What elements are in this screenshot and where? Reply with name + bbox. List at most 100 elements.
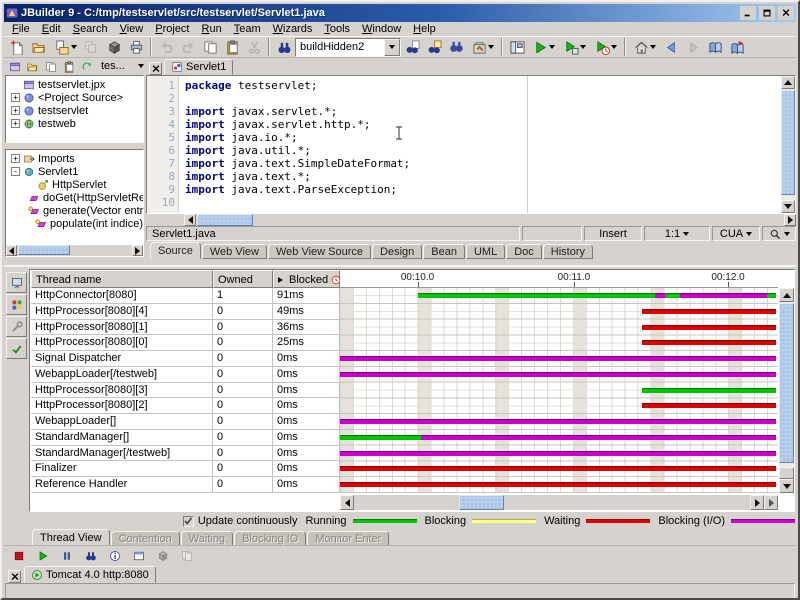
menu-tools[interactable]: Tools — [318, 23, 356, 35]
menu-run[interactable]: Run — [196, 23, 228, 35]
maximize-button[interactable] — [759, 6, 775, 20]
project-tree-item-testservlet[interactable]: +testservlet — [9, 104, 143, 117]
timeline-row[interactable] — [340, 430, 778, 446]
divider-resize-button[interactable] — [764, 495, 778, 510]
code-line[interactable]: 3import javax.servlet.*; — [147, 105, 779, 118]
menu-file[interactable]: File — [6, 23, 36, 35]
menu-search[interactable]: Search — [67, 23, 114, 35]
scroll-right-button[interactable] — [784, 214, 796, 226]
scroll-down-button[interactable] — [781, 200, 795, 213]
make-project-button[interactable] — [467, 36, 498, 58]
code-line[interactable]: 2 — [147, 92, 779, 105]
menu-window[interactable]: Window — [356, 23, 407, 35]
thread-row-name[interactable]: StandardManager[] — [31, 430, 213, 446]
timeline-row[interactable] — [340, 320, 778, 336]
gc-button[interactable] — [6, 338, 27, 359]
tab-servlet1[interactable]: Servlet1 — [164, 59, 233, 75]
remove-files-button[interactable] — [61, 58, 78, 75]
tree-expander[interactable]: + — [11, 154, 20, 163]
refresh-project-button[interactable] — [79, 58, 96, 75]
menu-team[interactable]: Team — [228, 23, 267, 35]
scroll-right-button[interactable] — [750, 495, 764, 510]
scrollbar-thumb[interactable] — [779, 303, 794, 463]
print-button[interactable] — [125, 36, 147, 58]
status-caret-position[interactable]: 1:1 — [644, 226, 710, 241]
minimize-button[interactable] — [740, 6, 756, 20]
timeline-row[interactable] — [340, 477, 778, 493]
tree-expander[interactable]: + — [11, 93, 20, 102]
thread-row-name[interactable]: HttpProcessor[8080][2] — [31, 398, 213, 414]
project-tree-item--project-source-[interactable]: +<Project Source> — [9, 91, 143, 104]
code-line[interactable]: 4import javax.servlet.http.*; — [147, 118, 779, 131]
cut-button[interactable] — [243, 36, 265, 58]
thread-row-name[interactable]: HttpConnector[8080] — [31, 288, 213, 304]
menu-edit[interactable]: Edit — [36, 23, 67, 35]
save-all-button[interactable] — [81, 36, 103, 58]
pause-program-button[interactable] — [56, 546, 78, 565]
open-file-button[interactable] — [28, 36, 50, 58]
view-tab-history[interactable]: History — [543, 244, 593, 259]
vm-info-button[interactable] — [104, 546, 126, 565]
project-properties-button[interactable] — [103, 36, 125, 58]
status-zoom[interactable] — [762, 226, 796, 241]
close-project-button[interactable] — [6, 58, 23, 75]
thread-row-name[interactable]: HttpProcessor[8080][4] — [31, 304, 213, 320]
column-header-thread-name[interactable]: Thread name — [31, 270, 213, 288]
structure-tree-item-httpservlet[interactable]: HttpServlet — [9, 178, 143, 191]
tree-expander[interactable]: + — [11, 106, 20, 115]
editor-vscrollbar[interactable] — [781, 76, 795, 213]
timeline-row[interactable] — [340, 288, 778, 304]
view-tab-bean[interactable]: Bean — [423, 244, 465, 259]
resume-program-button[interactable] — [32, 546, 54, 565]
build-target-combobox[interactable]: buildHidden2 — [295, 38, 401, 57]
checkbox[interactable] — [183, 516, 194, 527]
open-project-button[interactable] — [24, 58, 41, 75]
add-files-button[interactable] — [42, 58, 59, 75]
search-button[interactable] — [273, 36, 295, 58]
scroll-left-button[interactable] — [6, 245, 17, 256]
thread-row-name[interactable]: Reference Handler — [31, 477, 213, 493]
run-button[interactable] — [528, 36, 559, 58]
new-file-button[interactable] — [6, 36, 28, 58]
menu-project[interactable]: Project — [149, 23, 195, 35]
view-tab-web-view-source[interactable]: Web View Source — [268, 244, 371, 259]
thread-row-name[interactable]: Signal Dispatcher — [31, 351, 213, 367]
column-header-owned[interactable]: Owned — [213, 270, 273, 288]
code-line[interactable]: 1package testservlet; — [147, 79, 779, 92]
profiler-tab-thread-view[interactable]: Thread View — [32, 529, 110, 546]
structure-hscrollbar[interactable] — [6, 245, 143, 256]
profile-options-button[interactable] — [6, 294, 27, 315]
help-book-button[interactable] — [704, 36, 726, 58]
redo-button[interactable] — [177, 36, 199, 58]
thread-row-name[interactable]: HttpProcessor[8080][3] — [31, 383, 213, 399]
view-tab-web-view[interactable]: Web View — [202, 244, 267, 259]
column-header-blocked[interactable]: Blocked — [273, 270, 340, 288]
scroll-up-button[interactable] — [781, 76, 795, 89]
status-keymap[interactable]: CUA — [712, 226, 760, 241]
search-replace-button[interactable] — [423, 36, 445, 58]
menu-view[interactable]: View — [114, 23, 150, 35]
undo-button[interactable] — [155, 36, 177, 58]
thread-row-name[interactable]: Finalizer — [31, 461, 213, 477]
timeline-row[interactable] — [340, 351, 778, 367]
profile-button[interactable] — [590, 36, 621, 58]
menu-wizards[interactable]: Wizards — [267, 23, 319, 35]
debug-button[interactable] — [559, 36, 590, 58]
show-console-button[interactable] — [128, 546, 150, 565]
code-line[interactable]: 8import java.text.*; — [147, 170, 779, 183]
editor-hscrollbar[interactable] — [146, 214, 796, 226]
structure-tree-item-populate-int-indice-[interactable]: populate(int indice) — [9, 217, 143, 230]
close-runtime-tab-button[interactable] — [8, 570, 21, 583]
timeline-row[interactable] — [340, 461, 778, 477]
code-line[interactable]: 10 — [147, 196, 779, 209]
update-continuously-checkbox[interactable]: Update continuously — [183, 515, 298, 527]
project-tree-item-testweb[interactable]: +testweb — [9, 117, 143, 130]
timeline-vscrollbar[interactable] — [779, 288, 794, 493]
code-line[interactable]: 6import java.util.*; — [147, 144, 779, 157]
view-tab-source[interactable]: Source — [150, 242, 201, 259]
code-line[interactable]: 9import java.text.ParseException; — [147, 183, 779, 196]
status-insert-mode[interactable]: Insert — [584, 226, 642, 241]
scrollbar-thumb[interactable] — [459, 495, 504, 510]
detach-process-button[interactable] — [152, 546, 174, 565]
scroll-left-button[interactable] — [340, 495, 354, 510]
